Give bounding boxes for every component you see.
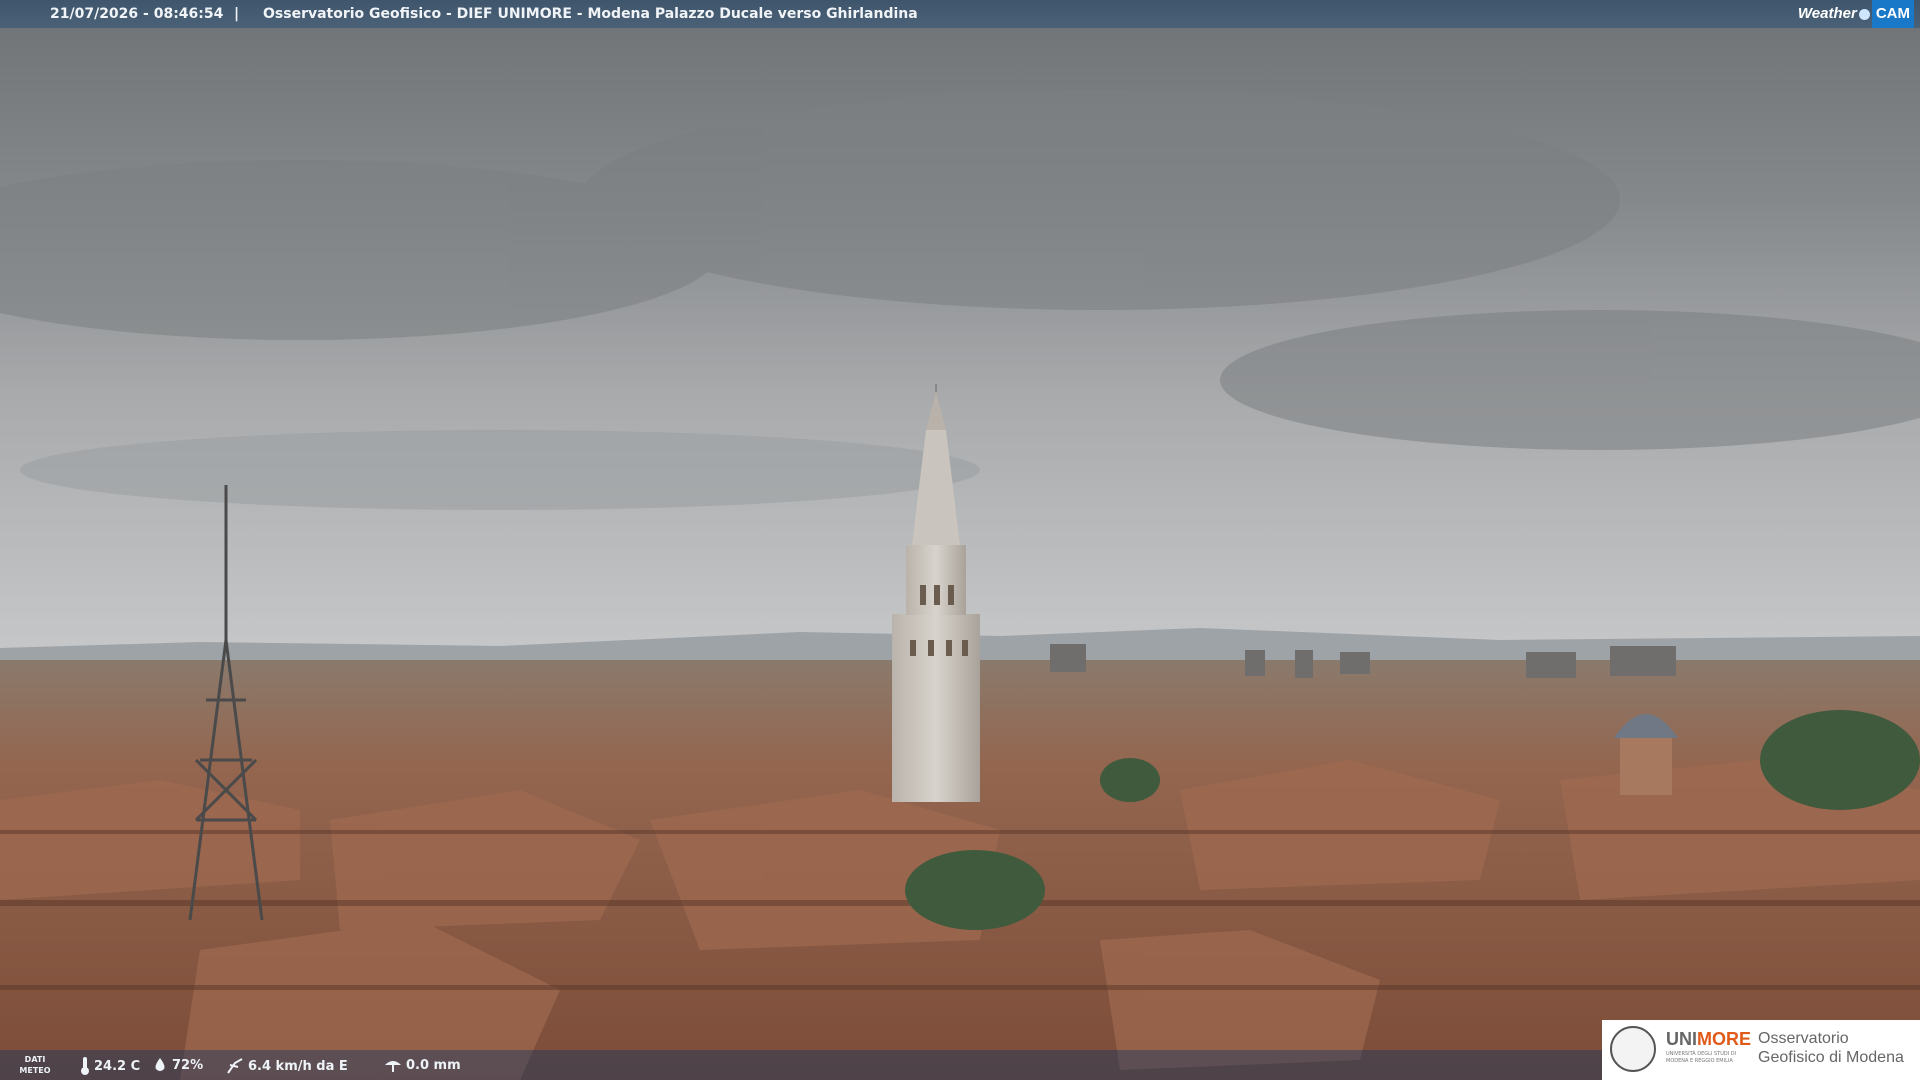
separator: | [234,6,240,22]
dome [1614,714,1678,795]
humidity-readout: 72% [152,1057,203,1073]
observatory-name: Osservatorio Geofisico di Modena [1758,1030,1904,1066]
rain-readout: 0.0 mm [384,1057,461,1073]
unimore-logo: UNIMORE UNIVERSITÀ DEGLI STUDI DI MODENA… [1602,1020,1920,1080]
brand-weather: Weather [1797,5,1857,22]
unimore-subtitle: UNIVERSITÀ DEGLI STUDI DI MODENA E REGGI… [1666,1051,1737,1064]
university-seal-icon [1610,1026,1656,1072]
rain-value: 0.0 mm [406,1057,461,1073]
wind-icon [227,1058,243,1074]
unimore-name: UNIMORE [1666,1029,1751,1050]
temperature-value: 24.2 C [94,1058,141,1074]
webcam-image [0,0,1920,1080]
brand-cam: CAM [1871,0,1914,28]
rain-icon [385,1061,401,1072]
datetime: 21/07/2026 - 08:46:54 [50,6,224,22]
weather-label: DATI METEO [19,1055,51,1075]
temperature-readout: 24.2 C [80,1057,140,1075]
camera-title: Osservatorio Geofisico - DIEF UNIMORE - … [263,6,918,22]
brand-dot-icon [1858,8,1870,20]
wind-value: 6.4 km/h da E [248,1058,348,1074]
humidity-icon [155,1058,165,1071]
wind-readout: 6.4 km/h da E [226,1057,348,1075]
info-bar: 21/07/2026 - 08:46:54 | Osservatorio Geo… [0,0,1920,28]
humidity-value: 72% [172,1057,204,1073]
weathercam-logo: Weather CAM [1797,0,1914,28]
more-part: MORE [1697,1029,1751,1049]
uni-part: UNI [1666,1029,1697,1049]
thermometer-icon [81,1057,89,1075]
